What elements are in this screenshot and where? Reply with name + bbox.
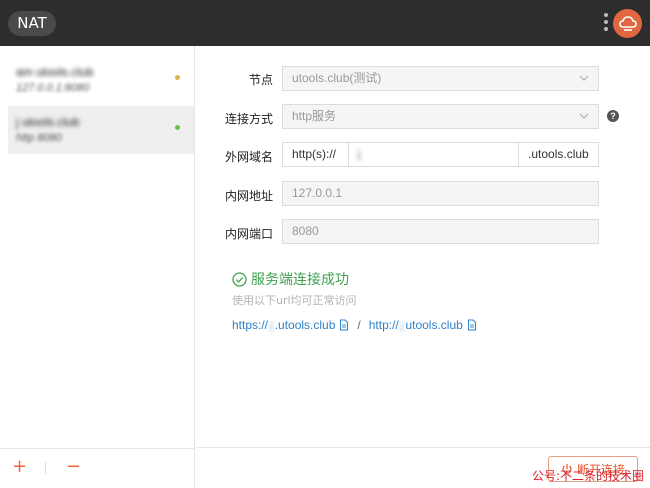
connection-name: am utools.club <box>16 65 94 79</box>
connection-item[interactable]: am utools.club 127.0.0.1:8080 <box>8 56 194 104</box>
status-text: 服务端连接成功 <box>251 272 349 288</box>
connection-item-active[interactable]: j utools.club http 8080 <box>8 106 194 154</box>
http-url-link[interactable]: http://j utools.club <box>369 318 463 332</box>
divider <box>45 462 46 474</box>
method-select[interactable]: http服务 <box>282 104 599 129</box>
node-select[interactable]: utools.club(测试) <box>282 66 599 91</box>
connection-sub: 127.0.0.1:8080 <box>16 82 90 94</box>
watermark: 公号:不二条的技术圈 <box>532 469 645 483</box>
help-icon[interactable]: ? <box>607 110 619 122</box>
chevron-down-icon <box>579 113 589 119</box>
method-label: 连接方式 <box>224 112 273 126</box>
domain-input[interactable]: j <box>348 142 519 167</box>
https-url-suffix: .utools.club <box>274 318 336 332</box>
more-menu-icon[interactable] <box>603 13 609 33</box>
avatar[interactable] <box>613 9 642 38</box>
node-label: 节点 <box>248 73 273 87</box>
sidebar-footer: + − <box>0 448 194 488</box>
node-value: utools.club(测试) <box>292 71 382 85</box>
domain-value: j <box>358 147 361 161</box>
add-connection-button[interactable]: + <box>12 458 27 476</box>
copy-icon[interactable] <box>339 319 349 331</box>
http-url-suffix: utools.club <box>405 318 463 332</box>
domain-label: 外网域名 <box>224 150 273 164</box>
method-value: http服务 <box>292 109 337 123</box>
url-separator: / <box>357 318 361 332</box>
app-name-badge[interactable]: NAT <box>8 11 56 36</box>
address-input[interactable]: 127.0.0.1 <box>282 181 599 206</box>
chevron-down-icon <box>579 75 589 81</box>
http-url-prefix: http:// <box>368 318 399 332</box>
status-dot-icon <box>175 75 180 80</box>
http-url-host: j <box>400 318 404 332</box>
port-label: 内网端口 <box>224 227 273 241</box>
connection-sub: http 8080 <box>16 132 62 144</box>
access-hint: 使用以下url均可正常访问 <box>232 294 357 307</box>
domain-prefix: http(s):// <box>282 142 349 167</box>
port-input[interactable]: 8080 <box>282 219 599 244</box>
footer-divider <box>196 447 650 448</box>
copy-icon[interactable] <box>467 319 477 331</box>
title-bar: NAT <box>0 0 650 46</box>
address-label: 内网地址 <box>224 189 273 203</box>
check-circle-icon <box>232 271 247 287</box>
https-url-prefix: https:// <box>232 318 269 332</box>
access-urls: https://j .utools.club / http://j utools.c… <box>232 317 477 333</box>
connection-sidebar: am utools.club 127.0.0.1:8080 j utools.c… <box>0 46 195 488</box>
connection-name: j utools.club <box>16 115 80 129</box>
connection-status: 服务端连接成功 <box>232 270 349 288</box>
cloud-icon <box>618 15 637 31</box>
domain-suffix: .utools.club <box>518 142 599 167</box>
https-url-link[interactable]: https://j .utools.club <box>232 318 335 332</box>
status-dot-icon <box>175 125 180 130</box>
https-url-host: j <box>270 318 273 332</box>
remove-connection-button[interactable]: − <box>66 458 81 476</box>
